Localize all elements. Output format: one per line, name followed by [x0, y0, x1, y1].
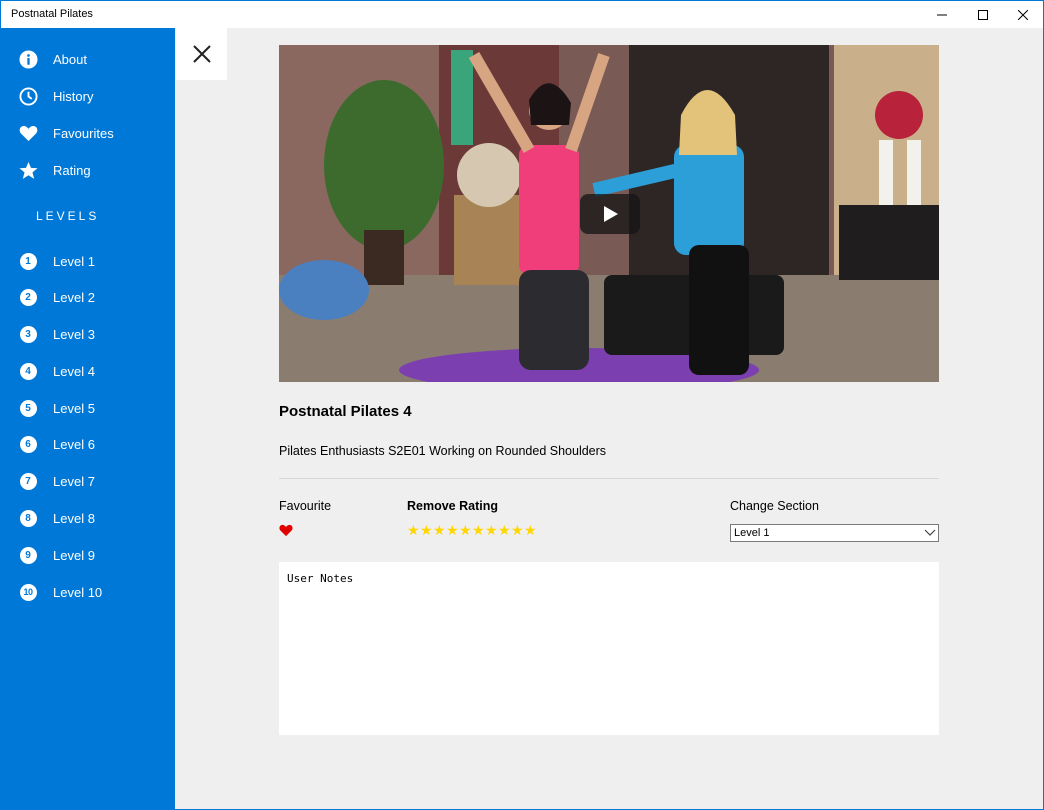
sidebar-item-history[interactable]: History — [1, 78, 175, 114]
close-icon — [192, 45, 211, 63]
level-number: 1 — [19, 252, 37, 270]
favourite-label: Favourite — [279, 499, 332, 513]
rating-stars[interactable]: ★ ★ ★ ★ ★ ★ ★ ★ ★ ★ — [407, 523, 537, 537]
level-number: 2 — [19, 288, 37, 306]
sidebar-item-favourites[interactable]: Favourites — [1, 115, 175, 151]
sidebar-item-level-4[interactable]: 4 Level 4 — [1, 353, 175, 389]
sidebar-item-label: Level 10 — [53, 584, 103, 600]
star-icon[interactable]: ★ — [511, 523, 524, 537]
remove-rating-button[interactable]: Remove Rating — [407, 499, 498, 513]
level-number: 8 — [19, 509, 37, 527]
chevron-down-icon — [924, 529, 936, 536]
sidebar-item-label: Level 9 — [53, 547, 95, 563]
star-icon[interactable]: ★ — [459, 523, 472, 537]
sidebar-item-level-6[interactable]: 6 Level 6 — [1, 426, 175, 462]
number-5-icon: 5 — [18, 398, 38, 418]
change-section-label: Change Section — [730, 499, 819, 513]
number-3-icon: 3 — [18, 324, 38, 344]
sidebar-item-level-2[interactable]: 2 Level 2 — [1, 279, 175, 315]
heart-icon — [279, 524, 293, 537]
number-9-icon: 9 — [18, 545, 38, 565]
section-select-value: Level 1 — [734, 527, 770, 539]
sidebar-item-label: History — [53, 88, 94, 104]
star-icon[interactable]: ★ — [472, 523, 485, 537]
sidebar-item-label: Level 7 — [53, 473, 95, 489]
number-2-icon: 2 — [18, 287, 38, 307]
video-player[interactable] — [279, 45, 939, 382]
sidebar-item-label: About — [53, 51, 87, 67]
star-icon[interactable]: ★ — [420, 523, 433, 537]
sidebar-item-label: Favourites — [53, 125, 114, 141]
sidebar-item-level-10[interactable]: 10 Level 10 — [1, 574, 175, 610]
sidebar-item-level-9[interactable]: 9 Level 9 — [1, 537, 175, 573]
number-6-icon: 6 — [18, 434, 38, 454]
sidebar-item-label: Rating — [53, 162, 91, 178]
minimize-icon — [937, 14, 947, 15]
episode-title: Postnatal Pilates 4 — [279, 403, 412, 420]
star-icon[interactable]: ★ — [433, 523, 446, 537]
star-icon[interactable]: ★ — [446, 523, 459, 537]
heart-icon — [18, 123, 38, 143]
clock-icon — [18, 86, 38, 106]
favourite-toggle[interactable] — [279, 524, 293, 538]
maximize-icon — [978, 9, 988, 20]
sidebar-item-label: Level 1 — [53, 253, 95, 269]
sidebar-item-label: Level 5 — [53, 400, 95, 416]
levels-heading: LEVELS — [36, 209, 100, 223]
sidebar-item-label: Level 2 — [53, 289, 95, 305]
sidebar-item-level-5[interactable]: 5 Level 5 — [1, 390, 175, 426]
sidebar-item-about[interactable]: About — [1, 41, 175, 77]
level-number: 10 — [19, 583, 37, 601]
sidebar-item-label: Level 4 — [53, 363, 95, 379]
divider — [279, 478, 939, 479]
close-icon — [1018, 9, 1028, 20]
sidebar-item-level-3[interactable]: 3 Level 3 — [1, 316, 175, 352]
close-detail-button[interactable] — [176, 28, 227, 80]
number-1-icon: 1 — [18, 251, 38, 271]
minimize-button[interactable] — [922, 1, 962, 28]
sidebar: About History Favourites Rating LEVELS 1… — [1, 28, 175, 809]
sidebar-item-label: Level 3 — [53, 326, 95, 342]
sidebar-item-label: Level 8 — [53, 510, 95, 526]
sidebar-item-level-8[interactable]: 8 Level 8 — [1, 500, 175, 536]
user-notes-input[interactable]: User Notes — [279, 562, 939, 735]
level-number: 9 — [19, 546, 37, 564]
level-number: 3 — [19, 325, 37, 343]
star-icon — [18, 160, 38, 180]
star-icon[interactable]: ★ — [485, 523, 498, 537]
number-7-icon: 7 — [18, 471, 38, 491]
level-number: 7 — [19, 472, 37, 490]
level-number: 6 — [19, 435, 37, 453]
maximize-button[interactable] — [963, 1, 1003, 28]
app-window: Postnatal Pilates About History Favourit… — [0, 0, 1044, 810]
play-icon — [604, 206, 618, 222]
sidebar-item-label: Level 6 — [53, 436, 95, 452]
number-4-icon: 4 — [18, 361, 38, 381]
star-icon[interactable]: ★ — [498, 523, 511, 537]
close-window-button[interactable] — [1003, 1, 1043, 28]
level-number: 4 — [19, 362, 37, 380]
play-button[interactable] — [580, 194, 640, 234]
number-8-icon: 8 — [18, 508, 38, 528]
title-bar: Postnatal Pilates — [1, 1, 1043, 28]
sidebar-item-level-7[interactable]: 7 Level 7 — [1, 463, 175, 499]
episode-description: Pilates Enthusiasts S2E01 Working on Rou… — [279, 444, 607, 458]
star-icon[interactable]: ★ — [524, 523, 537, 537]
sidebar-item-rating[interactable]: Rating — [1, 152, 175, 188]
number-10-icon: 10 — [18, 582, 38, 602]
app-title: Postnatal Pilates — [11, 8, 93, 20]
section-select[interactable]: Level 1 — [730, 524, 939, 542]
level-number: 5 — [19, 399, 37, 417]
star-icon[interactable]: ★ — [407, 523, 420, 537]
sidebar-item-level-1[interactable]: 1 Level 1 — [1, 243, 175, 279]
info-icon — [18, 49, 38, 69]
